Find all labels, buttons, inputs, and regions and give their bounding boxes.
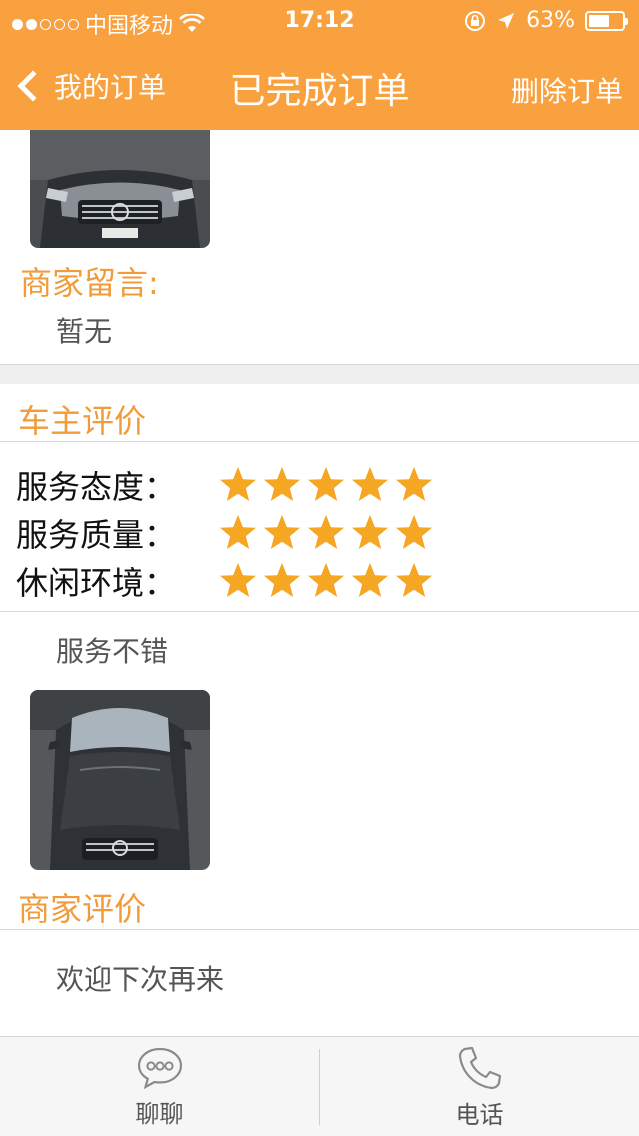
merchant-review-text: 欢迎下次再来 xyxy=(56,963,225,996)
section-gap xyxy=(0,365,639,383)
orientation-lock-icon xyxy=(465,10,486,31)
chat-bubble-icon xyxy=(137,1047,182,1089)
phone-label: 电话 xyxy=(455,1100,504,1129)
star-icon xyxy=(264,515,300,549)
star-icon xyxy=(220,563,256,597)
rating-label: 服务态度： xyxy=(16,468,177,506)
star-rating xyxy=(218,465,434,505)
chat-label: 聊聊 xyxy=(135,1099,184,1128)
rating-label: 服务质量： xyxy=(16,516,177,554)
owner-review-heading: 车主评价 xyxy=(18,402,147,440)
merchant-message-text: 暂无 xyxy=(56,315,113,348)
star-icon xyxy=(264,467,300,501)
star-icon xyxy=(396,563,432,597)
divider xyxy=(0,441,639,442)
rating-row-environment: 休闲环境： xyxy=(16,558,434,604)
owner-review-comment: 服务不错 xyxy=(56,635,169,668)
star-icon xyxy=(352,515,388,549)
star-icon xyxy=(396,467,432,501)
merchant-message-heading: 商家留言: xyxy=(20,264,159,302)
delete-order-button[interactable]: 删除订单 xyxy=(511,70,623,110)
star-icon xyxy=(308,467,344,501)
phone-button[interactable]: 电话 xyxy=(320,1037,639,1136)
location-arrow-icon xyxy=(498,12,515,29)
divider xyxy=(0,611,639,612)
divider xyxy=(0,929,639,930)
chat-button[interactable]: 聊聊 xyxy=(0,1037,319,1136)
star-icon xyxy=(396,515,432,549)
star-icon xyxy=(308,515,344,549)
battery-icon xyxy=(585,10,628,31)
phone-icon xyxy=(458,1046,501,1089)
battery-percent: 63% xyxy=(526,8,575,33)
star-icon xyxy=(220,467,256,501)
star-icon xyxy=(220,515,256,549)
star-rating xyxy=(218,561,434,601)
star-icon xyxy=(352,467,388,501)
star-rating xyxy=(218,513,434,553)
rating-row-service-attitude: 服务态度： xyxy=(16,462,434,508)
rating-row-service-quality: 服务质量： xyxy=(16,510,434,556)
header-bar: 中国移动 17:12 63% 我的订单 已完成订单 删除订单 xyxy=(0,0,639,130)
star-icon xyxy=(264,563,300,597)
bottom-action-bar: 聊聊 电话 xyxy=(0,1036,639,1136)
order-detail-content[interactable]: 商家留言: 暂无 车主评价 服务态度： 服务质量： 休闲环境： 服务不错 商家评… xyxy=(0,130,639,1035)
car-photo-top-view[interactable] xyxy=(30,690,210,870)
star-icon xyxy=(308,563,344,597)
merchant-review-heading: 商家评价 xyxy=(18,890,147,928)
status-bar: 中国移动 17:12 63% xyxy=(0,0,639,42)
divider xyxy=(0,383,639,384)
star-icon xyxy=(352,563,388,597)
car-photo-front[interactable] xyxy=(30,130,210,248)
navigation-bar: 我的订单 已完成订单 删除订单 xyxy=(0,48,639,128)
rating-label: 休闲环境： xyxy=(16,564,177,602)
status-right: 63% xyxy=(464,8,628,33)
